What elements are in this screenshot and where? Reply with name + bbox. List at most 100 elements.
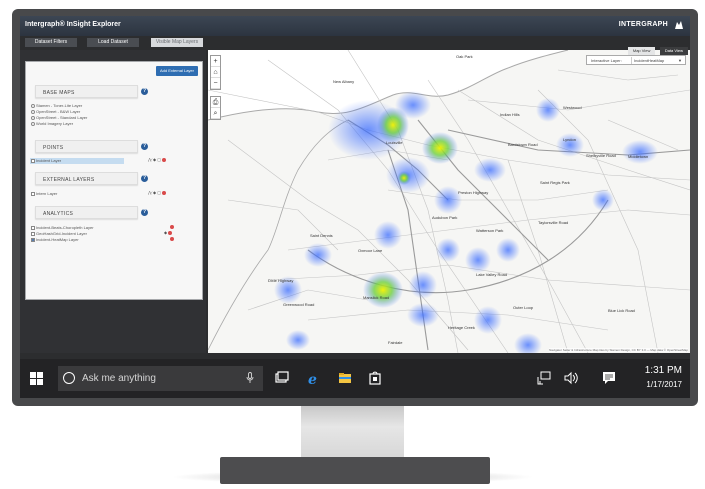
windows-start-icon[interactable] [30, 372, 43, 385]
clock-time[interactable]: 1:31 PM [645, 365, 682, 376]
add-external-layer-button[interactable]: Add External Layer [155, 66, 198, 76]
map-label: Watterson Park [476, 228, 504, 233]
remove-icon[interactable] [170, 236, 174, 241]
map-label: New Albany [333, 79, 355, 84]
checkbox-icon[interactable] [31, 225, 35, 230]
map-label: Manslick Road [363, 295, 390, 300]
points-layer-item[interactable]: Incident Layer [31, 158, 61, 163]
layer-tools[interactable]: ⋀⁄ ◆ ▢ [148, 190, 167, 195]
monitor-scene: Intergraph® InSight Explorer INTERGRAPH … [0, 0, 705, 489]
brand-logo-text: INTERGRAPH [618, 21, 668, 28]
checkbox-icon[interactable] [31, 191, 35, 196]
radio-icon [31, 115, 35, 120]
tab-dataset-filters[interactable]: Dataset Filters [25, 38, 77, 47]
svg-text:e: e [308, 372, 317, 385]
view-tabs: Map View Data View [627, 39, 688, 57]
layer-tools[interactable]: ◆ [164, 230, 173, 235]
map-attribution[interactable]: Navigator Seiler & Infrastructure Map ti… [549, 348, 688, 352]
search-icon[interactable]: ⌕ [211, 108, 220, 119]
map-label: Middletown [628, 154, 649, 159]
map-label: Louisville [386, 140, 403, 145]
analytics-item[interactable]: Incident-Beats-Choropleth Layer [31, 225, 94, 230]
store-icon[interactable] [368, 371, 382, 385]
layer-tools[interactable]: ⋀⁄ ◆ ▢ [148, 157, 167, 162]
remove-icon[interactable] [170, 224, 174, 229]
section-title: POINTS [43, 145, 64, 151]
section-analytics[interactable]: ANALYTICS ? [35, 206, 148, 219]
radio-icon [31, 103, 35, 108]
map-zoom-controls: + ⌂ − [210, 55, 221, 90]
map-label: Shelbyville Road [586, 153, 616, 158]
monitor-neck [301, 406, 404, 458]
map-label: Oxmoor Lane [358, 248, 383, 253]
action-center-icon[interactable] [602, 371, 616, 385]
section-title: ANALYTICS [43, 211, 74, 217]
zoom-out-button[interactable]: − [211, 78, 220, 89]
map-label: Indian Hills [500, 112, 520, 117]
screen: Intergraph® InSight Explorer INTERGRAPH … [20, 16, 690, 398]
map-label: Outer Loop [513, 305, 534, 310]
clock-date[interactable]: 1/17/2017 [646, 380, 682, 389]
network-icon[interactable] [537, 371, 551, 385]
map-label: Oak Park [456, 54, 473, 59]
external-layer-item[interactable]: Intern Layer [31, 191, 57, 196]
remove-icon[interactable] [168, 230, 173, 235]
help-icon[interactable]: ? [141, 88, 148, 95]
interactive-layer-label: Interactive Layer: [591, 58, 622, 63]
section-base-maps[interactable]: BASE MAPS ? [35, 85, 148, 98]
map-canvas[interactable]: + ⌂ − ⎙ ⌕ Interactive Layer: IncidentHea… [208, 50, 690, 353]
home-icon[interactable]: ⌂ [211, 67, 220, 78]
map-tool-controls: ⎙ ⌕ [210, 96, 221, 120]
base-map-option[interactable]: World Imagery Layer [31, 121, 73, 126]
zoom-in-button[interactable]: + [211, 56, 220, 67]
section-points[interactable]: POINTS ? [35, 140, 148, 153]
app-title: Intergraph® InSight Explorer [25, 21, 121, 28]
volume-icon[interactable] [564, 371, 578, 385]
tab-visible-map-layers[interactable]: Visible Map Layers [151, 38, 203, 47]
help-icon[interactable]: ? [141, 175, 148, 182]
windows-taskbar: Ask me anything e 1:31 PM 1/17/2017 [20, 359, 690, 398]
tab-data-view[interactable]: Data View [659, 47, 688, 55]
map-label: Saint Dennis [310, 233, 333, 238]
analytics-item[interactable]: Incident-HeatMap Layer [31, 237, 79, 242]
layers-panel: Add External Layer BASE MAPS ? Stamen - … [25, 61, 203, 300]
left-sidebar: Add External Layer BASE MAPS ? Stamen - … [20, 50, 206, 353]
map-label: Lyndon [563, 137, 576, 142]
checkbox-icon[interactable] [31, 237, 35, 242]
remove-icon[interactable] [162, 157, 167, 162]
map-label: Greenwood Road [283, 302, 315, 307]
edge-browser-icon[interactable]: e [307, 371, 321, 385]
cortana-icon [63, 372, 75, 384]
microphone-icon[interactable] [246, 372, 254, 384]
map-label: Westwood [563, 105, 582, 110]
print-icon[interactable]: ⎙ [211, 97, 220, 108]
heatmap-overlay [274, 91, 658, 353]
task-view-icon[interactable] [275, 371, 289, 385]
help-icon[interactable]: ? [141, 209, 148, 216]
base-map-option[interactable]: OpenStreet - B&W Layer [31, 109, 80, 114]
base-map-option[interactable]: OpenStreet - Standard Layer [31, 115, 87, 120]
chevron-down-icon: ▼ [678, 58, 682, 63]
interactive-layer-value: IncidentHeatMap [631, 57, 664, 64]
base-map-option[interactable]: Stamen - Toner-Lite Layer [31, 103, 82, 108]
analytics-item[interactable]: GeoHashGrid-Incident Layer [31, 231, 87, 236]
help-icon[interactable]: ? [141, 143, 148, 150]
section-title: BASE MAPS [43, 90, 75, 96]
map-label: Fairdale [388, 340, 403, 345]
cortana-search-box[interactable]: Ask me anything [58, 366, 263, 391]
remove-icon[interactable] [162, 190, 167, 195]
file-explorer-icon[interactable] [338, 371, 352, 385]
checkbox-icon[interactable] [31, 231, 35, 236]
tab-load-dataset[interactable]: Load Dataset [87, 38, 139, 47]
map-label: Saint Regis Park [540, 180, 570, 185]
radio-icon [31, 109, 35, 114]
section-external-layers[interactable]: EXTERNAL LAYERS ? [35, 172, 148, 185]
tab-map-view[interactable]: Map View [627, 47, 656, 55]
radio-icon [31, 121, 35, 126]
section-title: EXTERNAL LAYERS [43, 177, 95, 183]
map-label: Bardstown Road [508, 142, 538, 147]
map-label: Audubon Park [432, 215, 458, 220]
checkbox-icon[interactable] [31, 158, 35, 163]
map-label: Blue Lick Road [608, 308, 635, 313]
app-header: Intergraph® InSight Explorer INTERGRAPH [20, 16, 690, 36]
